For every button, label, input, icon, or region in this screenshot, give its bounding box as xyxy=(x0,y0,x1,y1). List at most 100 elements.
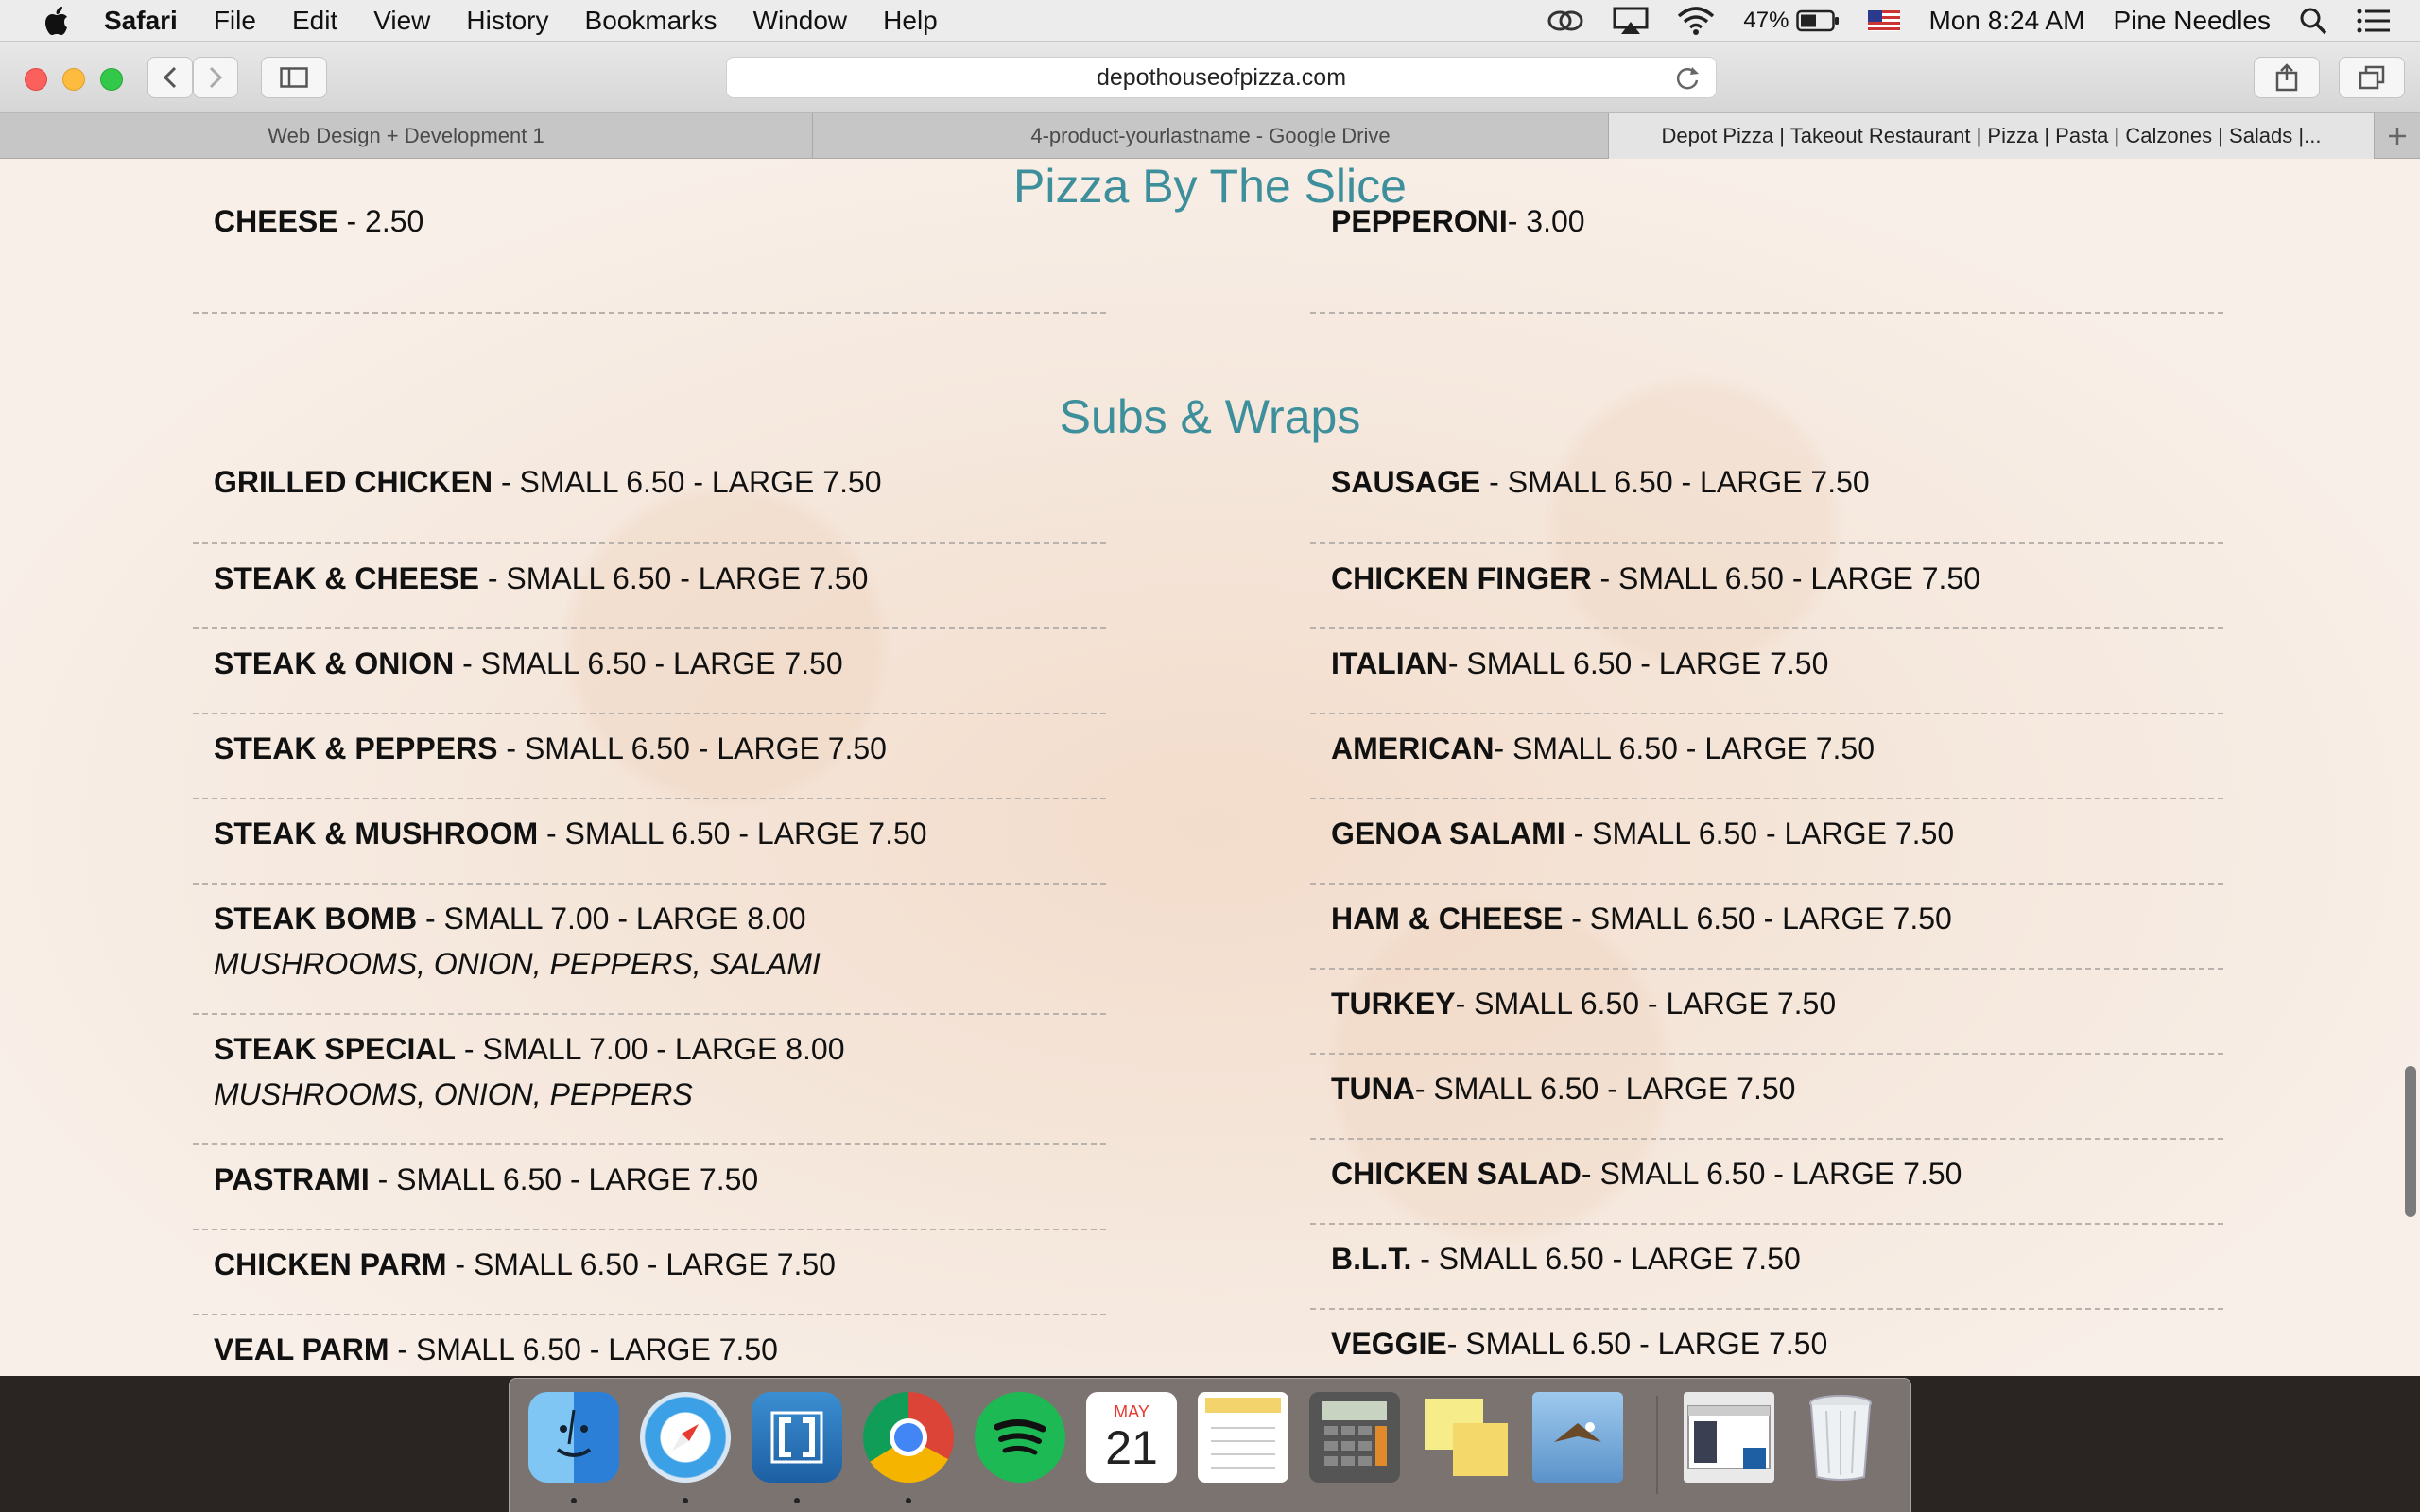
chevron-left-icon xyxy=(163,66,177,89)
sidebar-toggle-button[interactable] xyxy=(261,57,327,98)
item-name: CHEESE xyxy=(214,204,338,238)
menu-item: STEAK BOMB - SMALL 7.00 - LARGE 8.00 MUS… xyxy=(193,885,1106,1015)
creative-cloud-icon[interactable] xyxy=(1547,8,1584,34)
plus-icon xyxy=(2389,127,2406,145)
wifi-icon[interactable] xyxy=(1677,7,1715,35)
menu-app-name[interactable]: Safari xyxy=(104,6,178,36)
menu-bookmarks[interactable]: Bookmarks xyxy=(585,6,717,36)
stickies-icon[interactable] xyxy=(1421,1392,1512,1483)
minimize-window-button[interactable] xyxy=(62,68,85,91)
item-name: CHICKEN FINGER xyxy=(1331,561,1592,595)
menu-item: PASTRAMI - SMALL 6.50 - LARGE 7.50 xyxy=(193,1145,1106,1230)
menu-item: TUNA- SMALL 6.50 - LARGE 7.50 xyxy=(1310,1055,2223,1140)
menu-item: TURKEY- SMALL 6.50 - LARGE 7.50 xyxy=(1310,970,2223,1055)
item-price: - SMALL 6.50 - LARGE 7.50 xyxy=(454,646,843,680)
item-name: PASTRAMI xyxy=(214,1162,370,1196)
us-flag-icon[interactable] xyxy=(1868,10,1901,31)
chevron-right-icon xyxy=(209,66,223,89)
clock[interactable]: Mon 8:24 AM xyxy=(1928,6,2084,36)
finder-icon[interactable] xyxy=(528,1392,619,1483)
item-price: - SMALL 6.50 - LARGE 7.50 xyxy=(497,731,887,765)
forward-button[interactable] xyxy=(193,57,238,98)
item-price: - SMALL 6.50 - LARGE 7.50 xyxy=(389,1332,778,1366)
close-window-button[interactable] xyxy=(25,68,47,91)
menu-item: GRILLED CHICKEN - SMALL 6.50 - LARGE 7.5… xyxy=(193,459,1106,544)
browser-toolbar: depothouseofpizza.com xyxy=(0,42,2420,113)
new-tab-button[interactable] xyxy=(2375,113,2420,158)
apple-icon[interactable] xyxy=(36,0,78,42)
trash-icon[interactable] xyxy=(1795,1392,1886,1483)
calculator-icon[interactable] xyxy=(1309,1392,1400,1483)
item-name: VEGGIE xyxy=(1331,1327,1447,1361)
menu-file[interactable]: File xyxy=(214,6,256,36)
share-button[interactable] xyxy=(2254,57,2320,98)
item-name: B.L.T. xyxy=(1331,1242,1412,1276)
item-price: - SMALL 6.50 - LARGE 7.50 xyxy=(1494,731,1875,765)
item-price: - SMALL 6.50 - LARGE 7.50 xyxy=(538,816,927,850)
chrome-icon[interactable] xyxy=(863,1392,954,1483)
item-price: - 3.00 xyxy=(1507,204,1585,238)
item-price: - SMALL 6.50 - LARGE 7.50 xyxy=(446,1247,836,1281)
dock: MAY 21 xyxy=(509,1378,1911,1512)
window-preview-icon[interactable] xyxy=(1684,1392,1774,1483)
item-price: - SMALL 6.50 - LARGE 7.50 xyxy=(493,465,882,499)
item-name: VEAL PARM xyxy=(214,1332,389,1366)
calendar-icon[interactable]: MAY 21 xyxy=(1086,1392,1177,1483)
notification-center-icon[interactable] xyxy=(2356,8,2392,34)
airplay-icon[interactable] xyxy=(1613,7,1649,35)
item-price: - SMALL 7.00 - LARGE 8.00 xyxy=(417,902,806,936)
item-price: - SMALL 6.50 - LARGE 7.50 xyxy=(1414,1072,1796,1106)
spotify-icon[interactable] xyxy=(975,1392,1065,1483)
zoom-window-button[interactable] xyxy=(100,68,123,91)
sidebar-icon xyxy=(280,67,308,88)
menu-item: STEAK & ONION - SMALL 6.50 - LARGE 7.50 xyxy=(193,629,1106,714)
menu-item: VEGGIE- SMALL 6.50 - LARGE 7.50 xyxy=(1310,1310,2223,1376)
user-name[interactable]: Pine Needles xyxy=(2113,6,2271,36)
address-bar[interactable]: depothouseofpizza.com xyxy=(726,57,1717,98)
reload-icon[interactable] xyxy=(1674,65,1701,98)
brackets-icon[interactable] xyxy=(752,1392,842,1483)
item-name: GENOA SALAMI xyxy=(1331,816,1565,850)
item-name: AMERICAN xyxy=(1331,731,1495,765)
menu-item: AMERICAN- SMALL 6.50 - LARGE 7.50 xyxy=(1310,714,2223,799)
item-name: STEAK & ONION xyxy=(214,646,455,680)
item-price: - SMALL 6.50 - LARGE 7.50 xyxy=(1455,987,1837,1021)
item-price: - SMALL 6.50 - LARGE 7.50 xyxy=(1581,1157,1962,1191)
menu-edit[interactable]: Edit xyxy=(292,6,337,36)
item-description: MUSHROOMS, ONION, PEPPERS, SALAMI xyxy=(214,947,821,981)
mail-icon[interactable] xyxy=(1532,1392,1623,1483)
item-price: - SMALL 6.50 - LARGE 7.50 xyxy=(1564,816,1955,850)
calendar-day: 21 xyxy=(1105,1420,1158,1474)
item-name: STEAK & MUSHROOM xyxy=(214,816,539,850)
item-name: CHICKEN PARM xyxy=(214,1247,447,1281)
tab-overview-button[interactable] xyxy=(2339,57,2405,98)
item-name: STEAK SPECIAL xyxy=(214,1032,457,1066)
menu-window[interactable]: Window xyxy=(753,6,848,36)
menu-item: CHICKEN SALAD- SMALL 6.50 - LARGE 7.50 xyxy=(1310,1140,2223,1225)
notes-icon[interactable] xyxy=(1198,1392,1288,1483)
page-scrollbar[interactable] xyxy=(2405,1066,2416,1217)
url-text: depothouseofpizza.com xyxy=(1096,63,1347,91)
item-price: - SMALL 6.50 - LARGE 7.50 xyxy=(1480,465,1870,499)
tab-google-drive[interactable]: 4-product-yourlastname - Google Drive xyxy=(813,113,1609,159)
tab-web-design[interactable]: Web Design + Development 1 xyxy=(0,113,813,159)
spotlight-search-icon[interactable] xyxy=(2299,7,2327,35)
menu-item: SAUSAGE - SMALL 6.50 - LARGE 7.50 xyxy=(1310,459,2223,544)
menu-view[interactable]: View xyxy=(373,6,430,36)
battery-percent: 47% xyxy=(1743,8,1789,33)
item-name: HAM & CHEESE xyxy=(1331,902,1564,936)
menu-item: B.L.T. - SMALL 6.50 - LARGE 7.50 xyxy=(1310,1225,2223,1310)
menu-history[interactable]: History xyxy=(466,6,548,36)
item-name: ITALIAN xyxy=(1331,646,1448,680)
item-price: - SMALL 6.50 - LARGE 7.50 xyxy=(1563,902,1952,936)
menu-help[interactable]: Help xyxy=(883,6,938,36)
running-indicator xyxy=(683,1498,688,1503)
menu-item: ITALIAN- SMALL 6.50 - LARGE 7.50 xyxy=(1310,629,2223,714)
back-button[interactable] xyxy=(147,57,193,98)
battery-icon[interactable] xyxy=(1796,9,1840,32)
item-name: SAUSAGE xyxy=(1331,465,1481,499)
item-name: PEPPERONI xyxy=(1331,204,1508,238)
safari-icon[interactable] xyxy=(640,1392,731,1483)
tab-depot-pizza[interactable]: Depot Pizza | Takeout Restaurant | Pizza… xyxy=(1609,113,2375,159)
item-name: STEAK & CHEESE xyxy=(214,561,479,595)
